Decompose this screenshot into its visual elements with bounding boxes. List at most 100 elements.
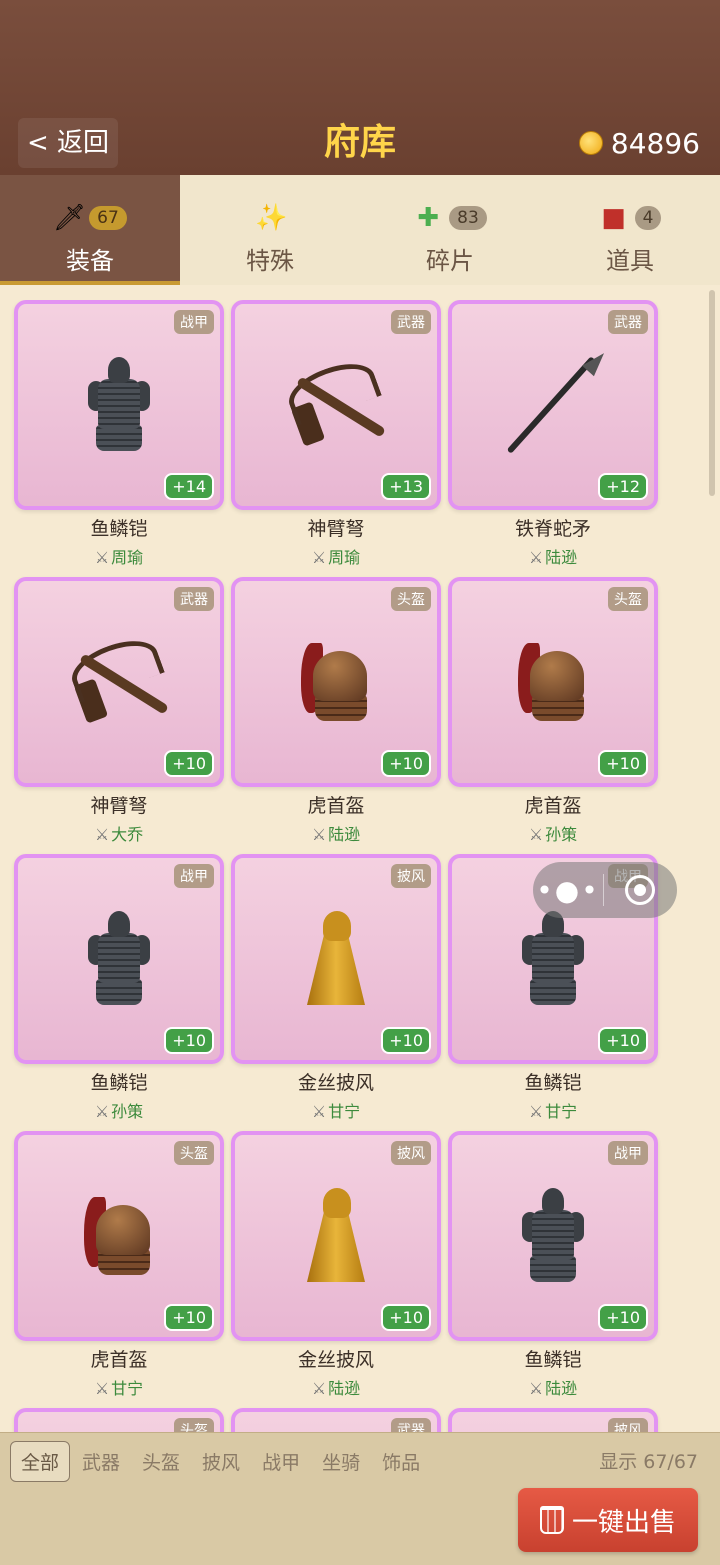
item-owner: ⚔ 甘宁: [231, 1098, 441, 1122]
crossed-swords-icon: ⚔: [528, 1102, 544, 1121]
tab-label: 装备: [66, 247, 114, 275]
item-card-frame[interactable]: 武器: [231, 1408, 441, 1432]
sell-all-button[interactable]: 一键出售: [518, 1488, 698, 1552]
item-card-frame[interactable]: 披风 +10: [231, 854, 441, 1064]
item-name: 金丝披风: [297, 1072, 374, 1094]
item-owner: ⚔ 陆逊: [231, 821, 441, 845]
item-type-tag: 武器: [391, 1418, 431, 1432]
item-card-frame[interactable]: 武器 +13: [231, 300, 441, 510]
spear-image: [498, 347, 610, 460]
coin-icon: [578, 131, 603, 155]
item-card-frame[interactable]: 武器 +10: [14, 577, 224, 787]
item-card-frame[interactable]: 战甲 +10: [448, 1131, 658, 1341]
filter-cloak[interactable]: 披风: [192, 1442, 250, 1481]
item-level-badge: +10: [598, 1304, 648, 1331]
close-mini-program-button[interactable]: [604, 875, 676, 905]
armor-image: [88, 911, 150, 1007]
armor-image: [522, 911, 584, 1007]
owner-name: 孙策: [111, 1102, 144, 1121]
item-owner: ⚔ 甘宁: [448, 1098, 658, 1122]
owner-name: 甘宁: [545, 1102, 578, 1121]
crossed-swords-icon: ⚔: [311, 1102, 327, 1121]
item-card-frame[interactable]: 战甲 +10: [14, 854, 224, 1064]
coin-balance: 84896: [578, 118, 700, 168]
owner-name: 甘宁: [111, 1379, 144, 1398]
backpack-icon: ■: [601, 203, 626, 233]
item-level-badge: +10: [164, 1027, 214, 1054]
item-owner: ⚔ 甘宁: [14, 1375, 224, 1399]
item-name: 虎首盔: [307, 795, 365, 817]
item-owner: ⚔ 孙策: [14, 1098, 224, 1122]
tab-count: 4: [634, 206, 662, 230]
filter-helmet[interactable]: 头盔: [132, 1442, 190, 1481]
item-owner: ⚔ 陆逊: [231, 1375, 441, 1399]
owner-name: 甘宁: [328, 1102, 361, 1121]
filter-accessory[interactable]: 饰品: [372, 1442, 430, 1481]
dagger-icon: 🗡: [53, 203, 87, 233]
item-type-tag: 头盔: [391, 587, 431, 611]
item-type-tag: 披风: [608, 1418, 648, 1432]
crossed-swords-icon: ⚔: [528, 1379, 544, 1398]
puzzle-icon: ✚: [417, 203, 440, 233]
item-type-tag: 武器: [608, 310, 648, 334]
item-owner: ⚔ 周瑜: [14, 544, 224, 568]
item-card-frame[interactable]: 武器 +12: [448, 300, 658, 510]
item-name: 铁脊蛇矛: [514, 518, 591, 540]
item-type-tag: 武器: [391, 310, 431, 334]
item-owner: ⚔ 孙策: [448, 821, 658, 845]
owner-name: 陆逊: [328, 1379, 361, 1398]
more-options-button[interactable]: •●•: [533, 874, 603, 907]
item-type-tag: 战甲: [174, 864, 214, 888]
item-card-frame[interactable]: 头盔 +10: [448, 577, 658, 787]
owner-name: 陆逊: [545, 548, 578, 567]
item-type-tag: 头盔: [174, 1141, 214, 1165]
item-owner: ⚔ 周瑜: [231, 544, 441, 568]
crossed-swords-icon: ⚔: [528, 825, 544, 844]
target-icon: [625, 875, 655, 905]
item-level-badge: +10: [164, 1304, 214, 1331]
helmet-image: [518, 637, 588, 727]
item-level-badge: +10: [381, 1304, 431, 1331]
tab-label: 碎片: [426, 247, 474, 275]
item-card-frame[interactable]: 披风: [448, 1408, 658, 1432]
crossed-swords-icon: ⚔: [94, 825, 110, 844]
tab-count: 67: [89, 206, 127, 230]
scrollbar[interactable]: [709, 290, 715, 496]
tab-equipment[interactable]: 🗡 67 装备: [0, 175, 180, 285]
filter-weapon[interactable]: 武器: [72, 1442, 130, 1481]
owner-name: 周瑜: [328, 548, 361, 567]
item-name: 神臂弩: [307, 518, 365, 540]
tab-items[interactable]: ■ 4 道具: [540, 175, 720, 285]
filter-mount[interactable]: 坐骑: [312, 1442, 370, 1481]
item-type-tag: 武器: [174, 587, 214, 611]
item-level-badge: +13: [381, 473, 431, 500]
item-card-frame[interactable]: 头盔 +10: [14, 1131, 224, 1341]
filter-armor[interactable]: 战甲: [252, 1442, 310, 1481]
owner-name: 孙策: [545, 825, 578, 844]
item-owner: ⚔ 陆逊: [448, 544, 658, 568]
armor-image: [522, 1188, 584, 1284]
item-level-badge: +10: [598, 1027, 648, 1054]
item-card-frame[interactable]: 头盔 +10: [231, 577, 441, 787]
item-name: 鱼鳞铠: [90, 1072, 148, 1094]
item-name: 鱼鳞铠: [524, 1349, 582, 1371]
filter-all[interactable]: 全部: [10, 1440, 71, 1482]
item-owner: ⚔ 大乔: [14, 821, 224, 845]
item-type-tag: 披风: [391, 1141, 431, 1165]
item-name: 鱼鳞铠: [90, 518, 148, 540]
item-name: 虎首盔: [524, 795, 582, 817]
item-card-frame[interactable]: 披风 +10: [231, 1131, 441, 1341]
tab-label: 道具: [606, 247, 654, 275]
tab-fragments[interactable]: ✚ 83 碎片: [360, 175, 540, 285]
owner-name: 陆逊: [545, 1379, 578, 1398]
crossed-swords-icon: ⚔: [311, 548, 327, 567]
item-card-frame[interactable]: 战甲 +14: [14, 300, 224, 510]
header-bar: < 返回 府库 84896: [0, 0, 720, 175]
helmet-image: [84, 1191, 154, 1281]
tab-special[interactable]: ✨ 特殊: [180, 175, 360, 285]
trash-icon: [539, 1506, 564, 1534]
item-name: 虎首盔: [90, 1349, 148, 1371]
cloak-image: [305, 911, 367, 1007]
item-card-frame[interactable]: 头盔: [14, 1408, 224, 1432]
item-level-badge: +12: [598, 473, 648, 500]
